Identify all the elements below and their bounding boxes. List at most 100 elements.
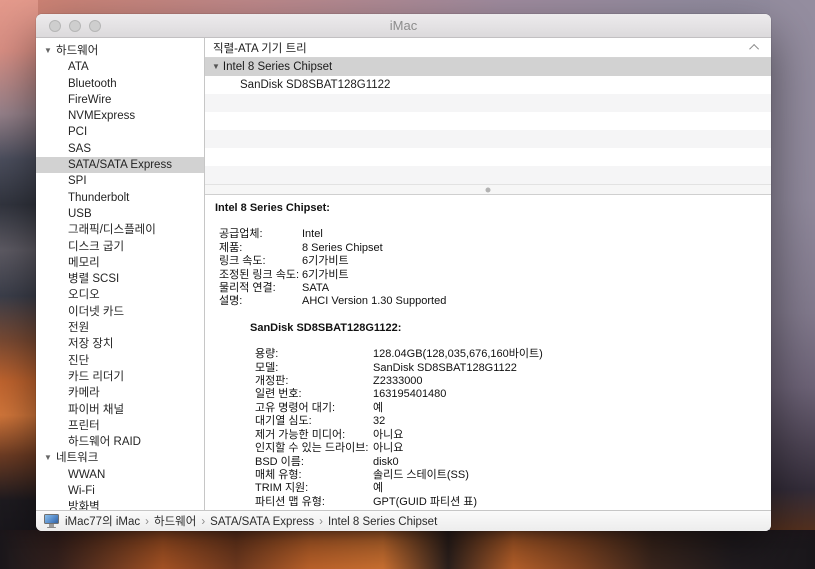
sidebar-item-label: ATA [68,61,89,73]
sidebar-item-label: FireWire [68,94,111,106]
detail-row-매체-유형: 매체 유형:솔리드 스테이트(SS) [215,469,759,482]
breadcrumb: iMac77의 iMac›하드웨어›SATA/SATA Express›Inte… [65,513,437,529]
sidebar-item-label: Bluetooth [68,78,117,90]
sidebar-item-카드-리더기[interactable]: 카드 리더기 [36,369,204,385]
detail-label: 대기열 심도: [255,415,373,428]
detail-value: 아니요 [373,442,403,455]
sidebar-item-sas[interactable]: SAS [36,141,204,157]
detail-row-고유-명령어-대기: 고유 명령어 대기:예 [215,402,759,415]
status-bar: iMac77의 iMac›하드웨어›SATA/SATA Express›Inte… [36,510,771,531]
sidebar-item-label: SAS [68,143,91,155]
device-tree-column-header[interactable]: 직렬-ATA 기기 트리 [205,38,771,58]
detail-label: 매체 유형: [255,469,373,482]
sidebar-item-label: 진단 [68,355,89,367]
detail-value: 6기가비트 [302,269,349,282]
desktop: iMac ▼하드웨어ATABluetoothFireWireNVMExpress… [0,0,815,569]
sidebar-item-프린터[interactable]: 프린터 [36,418,204,434]
sidebar-item-label: 카드 리더기 [68,371,124,383]
breadcrumb-item-sata-sata-express[interactable]: SATA/SATA Express [210,516,314,528]
sidebar-item-label: 프린터 [68,420,100,432]
tree-row-sandisk-sd8sbat128g1122[interactable]: SanDisk SD8SBAT128G1122 [205,76,771,94]
sidebar-item-파이버-채널[interactable]: 파이버 채널 [36,402,204,418]
sidebar-item-저장-장치[interactable]: 저장 장치 [36,336,204,352]
sidebar-item-방화벽[interactable]: 방화벽 [36,499,204,510]
sidebar-item-카메라[interactable]: 카메라 [36,385,204,401]
sidebar-item-메모리[interactable]: 메모리 [36,255,204,271]
breadcrumb-item-imac77의-imac[interactable]: iMac77의 iMac [65,516,140,528]
sidebar-item-wwan[interactable]: WWAN [36,467,204,483]
detail-row-공급업체: 공급업체:Intel [215,228,759,241]
detail-label: 설명: [219,295,302,308]
close-button[interactable] [49,20,61,32]
detail-row-물리적-연결: 물리적 연결:SATA [215,282,759,295]
breadcrumb-item-intel-8-series-chipset[interactable]: Intel 8 Series Chipset [328,516,437,528]
sidebar-item-병렬-scsi[interactable]: 병렬 SCSI [36,271,204,287]
disclosure-triangle-icon: ▼ [212,58,220,76]
detail-row-파티션-맵-유형: 파티션 맵 유형:GPT(GUID 파티션 표) [215,496,759,509]
detail-value: AHCI Version 1.30 Supported [302,295,446,308]
breadcrumb-item-하드웨어[interactable]: 하드웨어 [154,516,196,528]
panel-splitter[interactable] [205,184,771,195]
sidebar-item-진단[interactable]: 진단 [36,353,204,369]
detail-value: 8 Series Chipset [302,242,383,255]
tree-row-intel-8-series-chipset[interactable]: ▼Intel 8 Series Chipset [205,58,771,76]
sidebar-group-하드웨어[interactable]: ▼하드웨어 [36,43,204,59]
tree-row-label: Intel 8 Series Chipset [223,58,332,76]
detail-label: 용량: [255,348,373,361]
tree-row-label: SanDisk SD8SBAT128G1122 [240,76,390,94]
zoom-button[interactable] [89,20,101,32]
sidebar: ▼하드웨어 ATA Bluetooth FireWire NVMExpressPCI SA… [36,38,205,510]
sidebar-item-nvmexpress[interactable]: NVMExpress [36,108,204,124]
tree-row-empty[interactable] [205,148,771,166]
sidebar-item-그래픽-디스플레이[interactable]: 그래픽/디스플레이 [36,222,204,238]
sidebar-item-하드웨어-raid[interactable]: 하드웨어 RAID [36,434,204,450]
breadcrumb-separator: › [319,516,323,528]
detail-value: 6기가비트 [302,255,349,268]
sidebar-group-네트워크[interactable]: ▼네트워크 [36,450,204,466]
sidebar-item-label: 저장 장치 [68,338,114,350]
detail-section-sandisk-sd8sbat128g1122: SanDisk SD8SBAT128G1122: 용량:128.04GB(128,… [215,322,759,509]
tree-row-empty[interactable] [205,94,771,112]
detail-label: BSD 이름: [255,456,373,469]
detail-row-대기열-심도: 대기열 심도:32 [215,415,759,428]
sidebar-item-thunderbolt[interactable]: Thunderbolt [36,190,204,206]
window-title: iMac [36,18,771,33]
sidebar-item-ata[interactable]: ATA [36,59,204,75]
detail-label: 제거 가능한 미디어: [255,429,373,442]
sidebar-item-spi[interactable]: SPI [36,173,204,189]
sidebar-item-sata-sata-express[interactable]: SATA/SATA Express [36,157,204,173]
sidebar-item-bluetooth[interactable]: Bluetooth [36,76,204,92]
detail-row-trim-지원: TRIM 지원:예 [215,482,759,495]
sidebar-item-오디오[interactable]: 오디오 [36,287,204,303]
sidebar-item-label: 방화벽 [68,501,100,510]
sidebar-item-label: SATA/SATA Express [68,159,172,171]
breadcrumb-separator: › [145,516,149,528]
sidebar-item-이더넷-카드[interactable]: 이더넷 카드 [36,304,204,320]
detail-section-heading: SanDisk SD8SBAT128G1122: [215,322,759,335]
tree-row-empty[interactable] [205,166,771,184]
sidebar-item-usb[interactable]: USB [36,206,204,222]
splitter-handle-icon [486,187,491,192]
detail-row-bsd-이름: BSD 이름:disk0 [215,456,759,469]
sidebar-item-label: 디스크 굽기 [68,241,124,253]
detail-value: 아니요 [373,429,403,442]
main-panel: 직렬-ATA 기기 트리 ▼Intel 8 Series ChipsetSanD… [205,38,771,510]
detail-label: 공급업체: [219,228,302,241]
detail-value: 128.04GB(128,035,676,160바이트) [373,348,543,361]
traffic-lights [49,20,101,32]
sidebar-item-전원[interactable]: 전원 [36,320,204,336]
sidebar-item-wi-fi[interactable]: Wi-Fi [36,483,204,499]
sidebar-item-pci[interactable]: PCI [36,124,204,140]
detail-row-설명: 설명:AHCI Version 1.30 Supported [215,295,759,308]
minimize-button[interactable] [69,20,81,32]
device-tree-header-label: 직렬-ATA 기기 트리 [213,40,752,56]
window-titlebar[interactable]: iMac [36,14,771,38]
sidebar-item-label: SPI [68,175,87,187]
tree-row-empty[interactable] [205,112,771,130]
tree-row-empty[interactable] [205,130,771,148]
detail-value: SATA [302,282,329,295]
sidebar-item-firewire[interactable]: FireWire [36,92,204,108]
disclosure-triangle-icon: ▼ [44,43,52,59]
sidebar-item-디스크-굽기[interactable]: 디스크 굽기 [36,239,204,255]
wallpaper-right-sky [770,0,815,569]
